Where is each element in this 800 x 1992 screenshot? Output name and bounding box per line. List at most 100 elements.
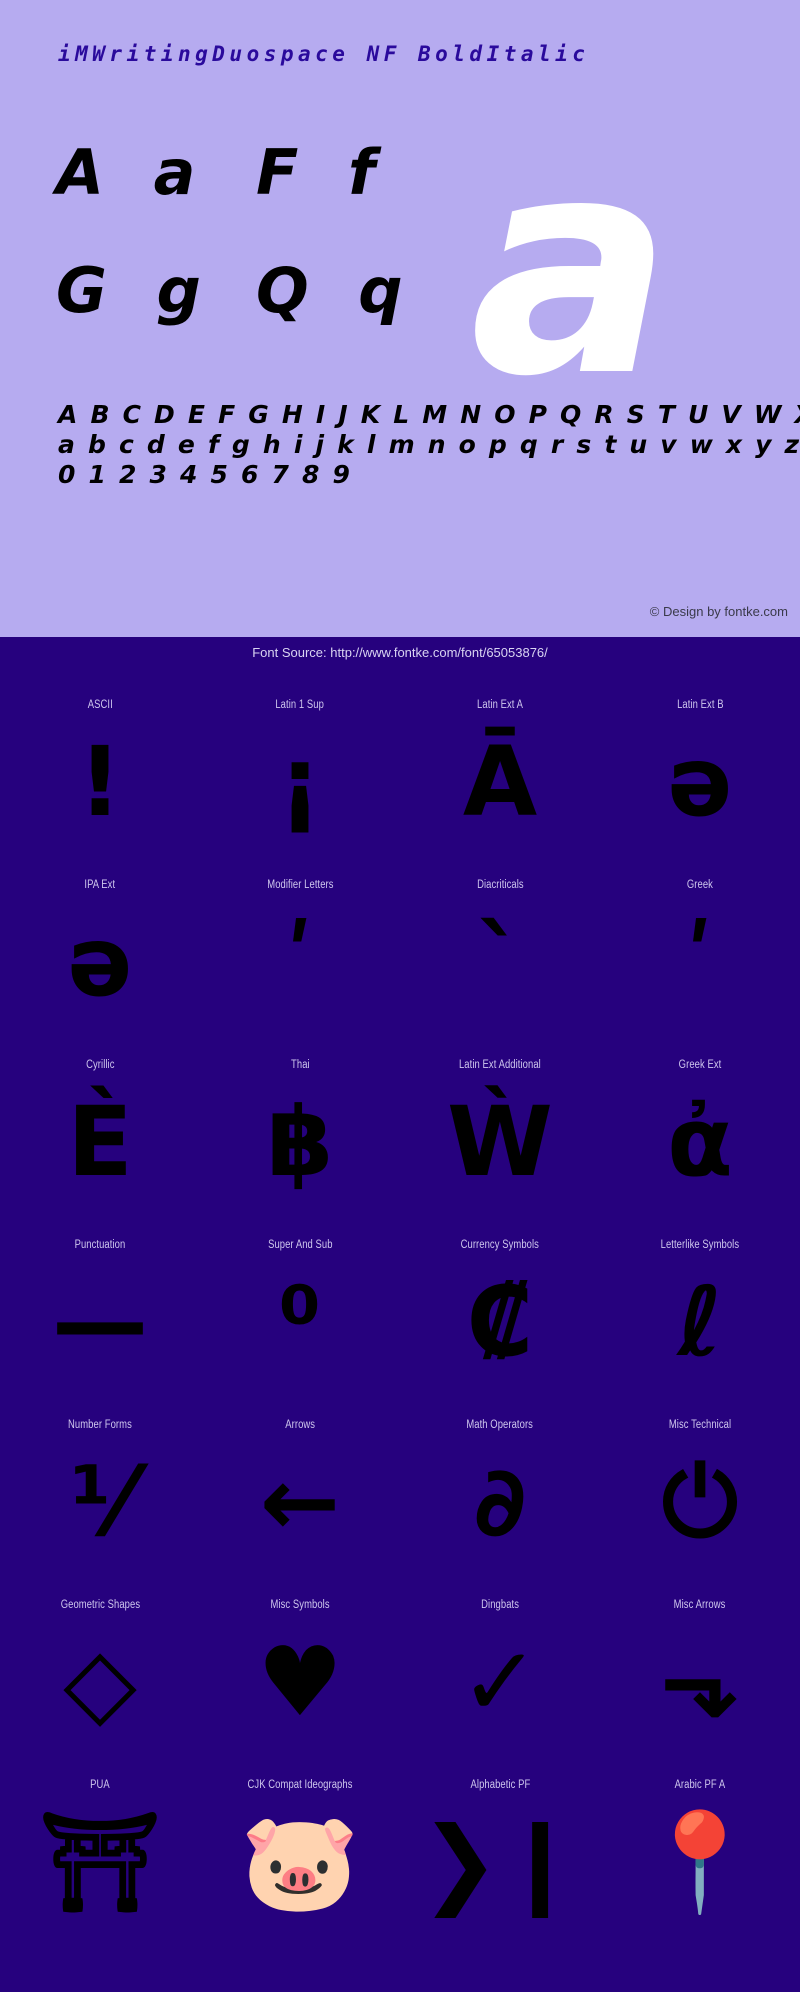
unicode-block-cell: Latin Ext Additional Ẁ (400, 1037, 600, 1217)
unicode-block-label: Misc Symbols (270, 1599, 330, 1611)
unicode-block-label: Dingbats (481, 1599, 519, 1611)
letter-pair-grid: A a F f G g Q q (56, 142, 456, 378)
unicode-block-glyph: ◇ (63, 1626, 137, 1738)
unicode-block-cell: Misc Technical ⏻ (600, 1397, 800, 1577)
unicode-block-label: Currency Symbols (460, 1239, 540, 1251)
unicode-block-glyph: Ẁ (447, 1086, 553, 1198)
unicode-block-cell: Latin Ext A Ā (400, 677, 600, 857)
unicode-block-label: Misc Technical (668, 1419, 732, 1431)
unicode-block-label: IPA Ext (84, 879, 116, 891)
letter-pair-Qq: Q q (256, 254, 417, 327)
unicode-block-glyph: Ā (462, 726, 538, 838)
unicode-block-cell: Dingbats ✓ (400, 1577, 600, 1757)
unicode-block-label: Greek Ext (678, 1059, 722, 1071)
letter-pair-Ff: F f (256, 136, 389, 209)
unicode-block-glyph: ฿ (266, 1086, 334, 1198)
specimen-panel: iMWritingDuospace NF BoldItalic A a F f … (0, 0, 800, 637)
font-source-link[interactable]: Font Source: http://www.fontke.com/font/… (0, 645, 800, 660)
font-title: iMWritingDuospace NF BoldItalic (58, 42, 590, 66)
unicode-block-cell: Currency Symbols ₡ (400, 1217, 600, 1397)
unicode-block-cell: Arabic PF A 📍 (600, 1757, 800, 1937)
unicode-block-label: Greek (686, 879, 714, 891)
unicode-coverage-panel: Font Source: http://www.fontke.com/font/… (0, 637, 800, 1992)
unicode-block-cell: Diacriticals ˋ (400, 857, 600, 1037)
letter-pair-row: A a F f (56, 142, 456, 260)
unicode-block-label: Diacriticals (476, 879, 524, 891)
unicode-block-cell: Math Operators ∂ (400, 1397, 600, 1577)
unicode-block-cell: Arrows ← (200, 1397, 400, 1577)
unicode-block-label: Geometric Shapes (60, 1599, 140, 1611)
unicode-block-glyph: Ѐ (67, 1086, 133, 1198)
unicode-block-label: PUA (90, 1779, 110, 1791)
unicode-block-cell: Letterlike Symbols ℓ (600, 1217, 800, 1397)
alphabet-digits: 0 1 2 3 4 5 6 7 8 9 (58, 460, 353, 489)
unicode-block-cell: Number Forms ⅟ (0, 1397, 200, 1577)
unicode-block-label: Arabic PF A (674, 1779, 726, 1791)
unicode-block-glyph: ə (67, 906, 133, 1018)
letter-pair-Gg: G g (56, 254, 215, 327)
unicode-block-cell: Punctuation — (0, 1217, 200, 1397)
unicode-block-label: Latin 1 Sup (275, 699, 325, 711)
unicode-block-cell: PUA ⛩ (0, 1757, 200, 1937)
unicode-block-label: Latin Ext Additional (459, 1059, 541, 1071)
unicode-block-label: Latin Ext B (676, 699, 724, 711)
unicode-block-glyph: ⬎ (659, 1626, 741, 1738)
unicode-block-cell: Misc Arrows ⬎ (600, 1577, 800, 1757)
unicode-block-label: Math Operators (466, 1419, 534, 1431)
unicode-block-label: Super And Sub (267, 1239, 333, 1251)
unicode-block-glyph: ʹ (285, 906, 315, 1018)
unicode-block-glyph: ə (667, 726, 733, 838)
unicode-block-glyph: ❯❙ (419, 1806, 581, 1918)
unicode-block-label: Letterlike Symbols (660, 1239, 740, 1251)
unicode-block-glyph: — (52, 1266, 148, 1378)
unicode-block-label: Latin Ext A (477, 699, 523, 711)
unicode-block-label: ASCII (87, 699, 113, 711)
unicode-block-cell: Thai ฿ (200, 1037, 400, 1217)
large-sample-glyph: a (470, 93, 673, 442)
unicode-block-cell: Misc Symbols ♥ (200, 1577, 400, 1757)
unicode-block-glyph: ⛩ (39, 1806, 161, 1918)
unicode-block-cell: ASCII! (0, 677, 200, 857)
unicode-block-cell: IPA Ext ə (0, 857, 200, 1037)
letter-pair-Aa: A a (56, 136, 210, 209)
unicode-block-label: Alphabetic PF (470, 1779, 530, 1791)
unicode-block-glyph: ⅟ (70, 1446, 130, 1558)
alphabet-uppercase: A B C D E F G H I J K L M N O P Q R S T … (58, 400, 800, 429)
unicode-block-glyph: ¡ (278, 726, 322, 838)
alphabet-block: A B C D E F G H I J K L M N O P Q R S T … (58, 400, 800, 490)
unicode-block-glyph: 📍 (640, 1806, 760, 1918)
unicode-block-cell: Greek ʹ (600, 857, 800, 1037)
unicode-block-cell: Super And Sub ⁰ (200, 1217, 400, 1397)
unicode-block-label: Misc Arrows (674, 1599, 726, 1611)
unicode-block-glyph: ∂ (473, 1446, 527, 1558)
copyright-notice: © Design by fontke.com (649, 604, 788, 619)
unicode-block-glyph: ✓ (459, 1626, 541, 1738)
unicode-block-glyph: ♥ (256, 1626, 344, 1738)
unicode-block-glyph: ⁰ (278, 1266, 322, 1378)
unicode-block-glyph: ₡ (466, 1266, 534, 1378)
unicode-block-glyph: 🐷 (240, 1806, 360, 1918)
unicode-block-cell: Latin 1 Sup ¡ (200, 677, 400, 857)
unicode-block-label: CJK Compat Ideographs (247, 1779, 353, 1791)
unicode-block-glyph: ℓ (677, 1266, 723, 1378)
unicode-block-cell: Alphabetic PF ❯❙ (400, 1757, 600, 1937)
unicode-block-cell: Greek Ext ἀ (600, 1037, 800, 1217)
unicode-block-cell: Latin Ext B ə (600, 677, 800, 857)
unicode-block-glyph: ἀ (667, 1086, 733, 1198)
unicode-block-glyph: ˋ (476, 906, 524, 1018)
unicode-block-cell: Geometric Shapes ◇ (0, 1577, 200, 1757)
unicode-block-label: Modifier Letters (266, 879, 334, 891)
unicode-block-glyph: ⏻ (662, 1446, 738, 1558)
unicode-block-cell: Modifier Letters ʹ (200, 857, 400, 1037)
unicode-block-glyph: ← (259, 1446, 341, 1558)
unicode-block-label: Thai (290, 1059, 310, 1071)
unicode-block-glyph: ʹ (685, 906, 715, 1018)
unicode-block-glyph: ! (78, 726, 122, 838)
font-specimen-page: iMWritingDuospace NF BoldItalic A a F f … (0, 0, 800, 1992)
unicode-block-label: Cyrillic (85, 1059, 115, 1071)
unicode-block-grid: ASCII! Latin 1 Sup ¡ Latin Ext A Ā Latin Ext … (0, 677, 800, 1937)
unicode-block-cell: CJK Compat Ideographs 🐷 (200, 1757, 400, 1937)
unicode-block-cell: Cyrillic Ѐ (0, 1037, 200, 1217)
unicode-block-label: Number Forms (68, 1419, 132, 1431)
letter-pair-row: G g Q q (56, 260, 456, 378)
